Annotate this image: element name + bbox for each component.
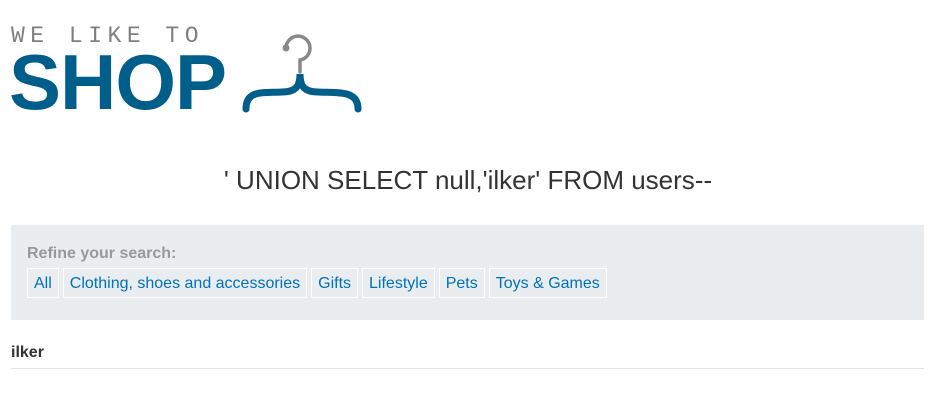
filter-title: Refine your search: (27, 245, 177, 262)
filter-link-pets[interactable]: Pets (438, 268, 485, 298)
list-item: ilker (11, 340, 924, 369)
category-filter-list: All Clothing, shoes and accessories Gift… (27, 268, 607, 298)
filter-panel: Refine your search: All Clothing, shoes … (11, 225, 924, 320)
results-list: ilker (11, 340, 924, 369)
page-title: ' UNION SELECT null,'ilker' FROM users-- (223, 165, 713, 195)
page: WE LIKE TO SHOP ' UNION SELECT null,'ilk… (0, 0, 936, 412)
filter-link-clothing[interactable]: Clothing, shoes and accessories (62, 268, 308, 298)
filter-link-all[interactable]: All (27, 268, 59, 298)
hanger-icon (242, 34, 362, 113)
logo-word: SHOP (9, 38, 227, 126)
filter-link-lifestyle[interactable]: Lifestyle (362, 268, 435, 298)
site-logo[interactable]: WE LIKE TO SHOP (9, 22, 370, 126)
filter-link-gifts[interactable]: Gifts (311, 268, 359, 298)
filter-link-toys-games[interactable]: Toys & Games (488, 268, 607, 298)
